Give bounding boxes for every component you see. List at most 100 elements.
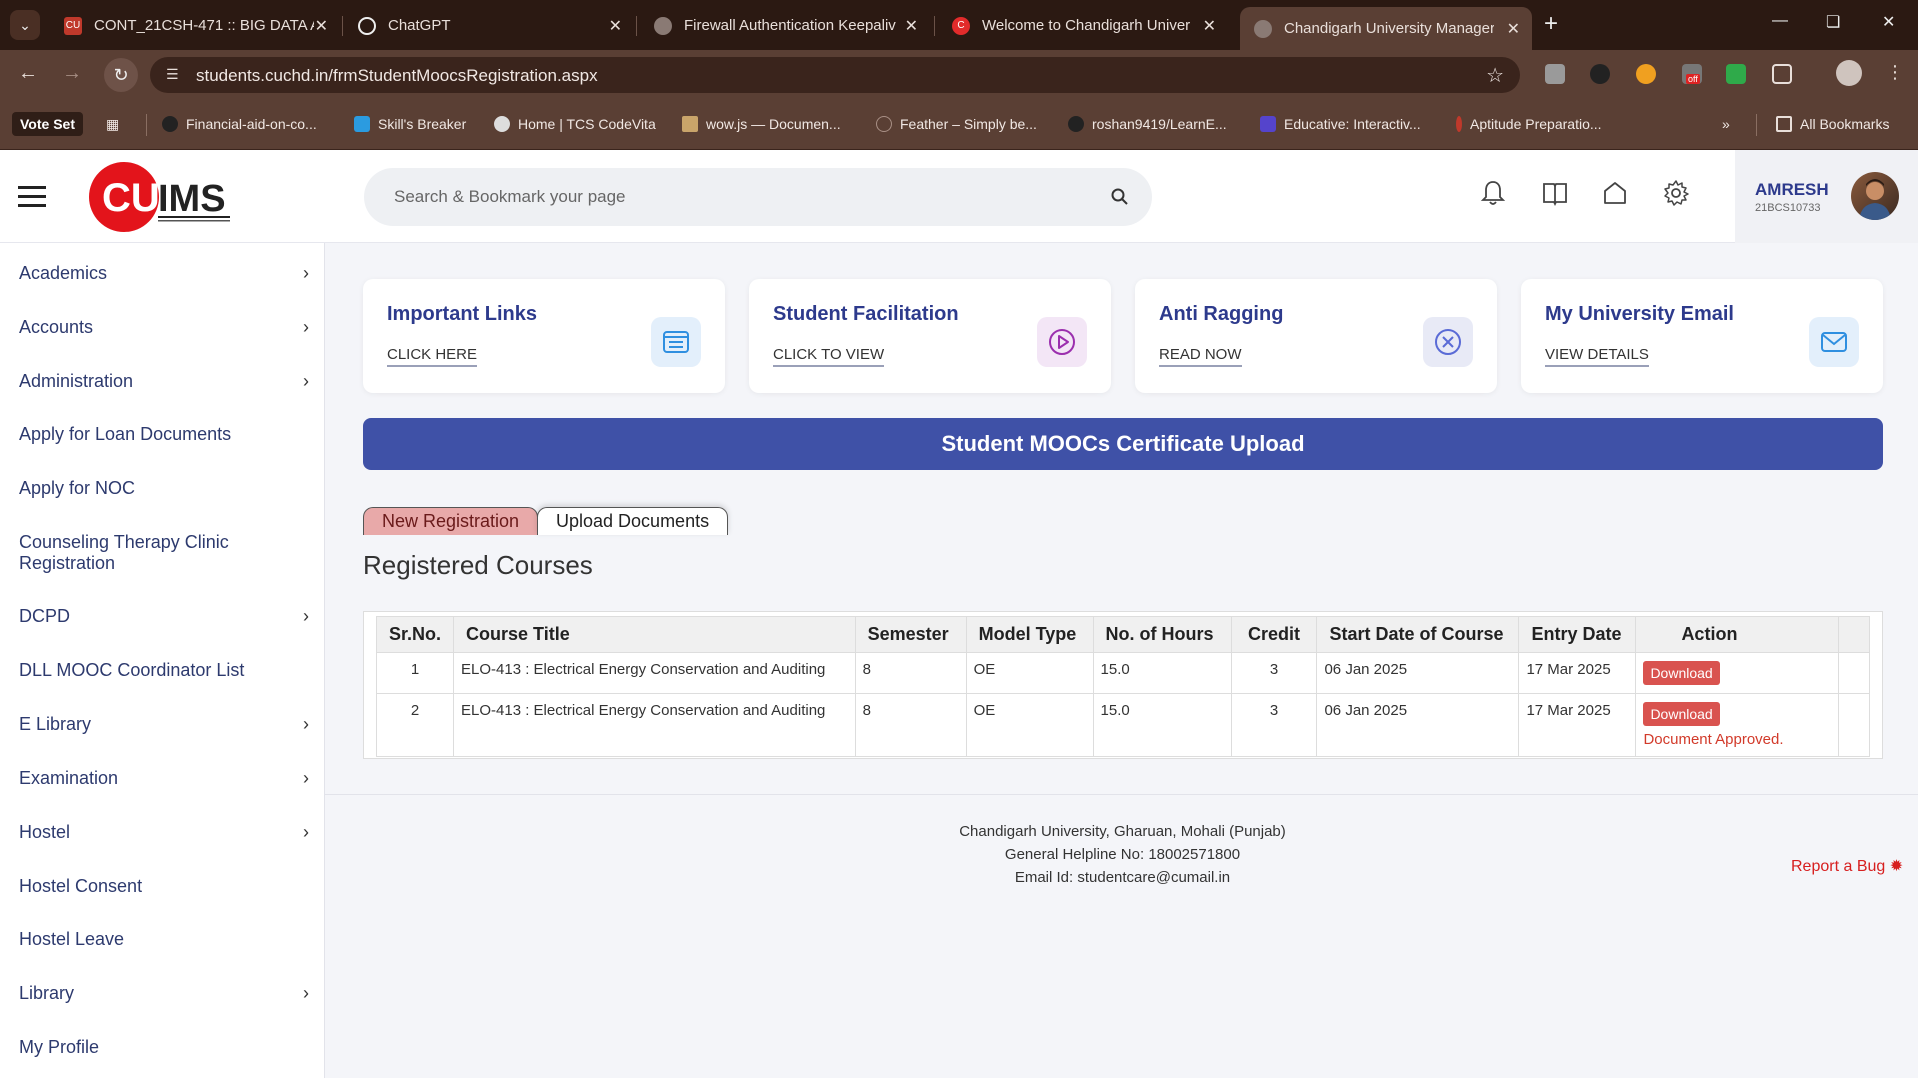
sidebar-item-hostel[interactable]: Hostel › — [19, 822, 309, 843]
cell-model-type: OE — [965, 652, 1094, 694]
bookmark-item[interactable]: roshan9419/LearnE... — [1068, 116, 1227, 132]
column-header: Sr.No. — [375, 616, 455, 653]
browser-tab-active[interactable]: Chandigarh University Manager ✕ — [1240, 7, 1532, 50]
table-row: 1 ELO-413 : Electrical Energy Conservati… — [375, 652, 1871, 694]
all-bookmarks[interactable]: All Bookmarks — [1776, 116, 1889, 132]
minimize-icon[interactable]: — — [1772, 12, 1788, 30]
chevron-right-icon: › — [303, 317, 309, 337]
bookmark-vote-set[interactable]: Vote Set — [12, 112, 83, 136]
browser-tab-4[interactable]: C Welcome to Chandigarh Univer ✕ — [938, 7, 1228, 44]
bookmark-item[interactable]: Home | TCS CodeVita — [494, 116, 656, 132]
search-input[interactable] — [394, 184, 1074, 210]
browser-tab-1[interactable]: CU CONT_21CSH-471 :: BIG DATA A ✕ — [50, 7, 340, 44]
close-tab-icon[interactable]: ✕ — [315, 16, 328, 36]
bookmark-item[interactable]: Aptitude Preparatio... — [1456, 116, 1602, 132]
card-anti-ragging[interactable]: Anti Ragging READ NOW — [1135, 279, 1497, 393]
bookmark-item[interactable]: Feather – Simply be... — [876, 116, 1037, 132]
extensions-puzzle-icon[interactable] — [1772, 64, 1792, 84]
book-icon[interactable] — [1540, 178, 1570, 208]
bookmark-star-icon[interactable]: ☆ — [1486, 63, 1504, 88]
download-button[interactable]: Download — [1643, 702, 1720, 726]
cell-entry-date: 17 Mar 2025 — [1518, 693, 1637, 757]
download-button[interactable]: Download — [1643, 661, 1720, 685]
tab-title: Chandigarh University Manager — [1284, 20, 1494, 37]
column-header: Semester — [854, 616, 967, 653]
back-icon[interactable]: ← — [18, 62, 38, 85]
settings-gear-icon[interactable] — [1661, 178, 1691, 208]
close-tab-icon[interactable]: ✕ — [905, 16, 918, 36]
site-header: CU IMS AMRESH 21B — [0, 150, 1918, 243]
avatar[interactable] — [1851, 172, 1899, 220]
user-panel[interactable]: AMRESH 21BCS10733 — [1735, 150, 1918, 243]
close-tab-icon[interactable]: ✕ — [609, 16, 622, 36]
sidebar-item-dcpd[interactable]: DCPD › — [19, 606, 309, 627]
profile-avatar-icon[interactable] — [1836, 60, 1862, 86]
site-info-icon[interactable]: ☰ — [166, 66, 179, 83]
column-header: No. of Hours — [1092, 616, 1232, 653]
sidebar-item-examination[interactable]: Examination › — [19, 768, 309, 789]
search-icon[interactable] — [1110, 187, 1130, 207]
close-tab-icon[interactable]: ✕ — [1203, 16, 1216, 36]
status-approved: Document Approved. — [1643, 731, 1784, 748]
sidebar-item-hostel-leave[interactable]: Hostel Leave — [19, 929, 309, 950]
close-circle-icon — [1423, 317, 1473, 367]
footer-email: Email Id: studentcare@cumail.in — [1014, 869, 1231, 886]
sidebar-item-my-profile[interactable]: My Profile — [19, 1037, 309, 1058]
report-bug-link[interactable]: Report a Bug ✹ — [1791, 856, 1903, 876]
svg-text:CU: CU — [102, 176, 160, 220]
new-tab-button[interactable]: + — [1544, 10, 1558, 38]
adblock-extension-icon[interactable]: off — [1682, 64, 1702, 84]
cell-semester: 8 — [854, 693, 967, 757]
hamburger-menu-icon[interactable] — [18, 186, 46, 213]
sidebar-item-loan-documents[interactable]: Apply for Loan Documents — [19, 424, 309, 445]
card-important-links[interactable]: Important Links CLICK HERE — [363, 279, 725, 393]
url-field[interactable]: ☰ students.cuchd.in/frmStudentMoocsRegis… — [150, 57, 1520, 93]
forward-icon[interactable]: → — [62, 62, 82, 85]
sidebar-item-dll-mooc[interactable]: DLL MOOC Coordinator List — [19, 660, 309, 681]
close-window-icon[interactable]: ✕ — [1882, 12, 1895, 32]
cell-sr: 2 — [375, 693, 455, 757]
apps-grid-icon[interactable]: ▦ — [106, 116, 119, 133]
tab-search-button[interactable]: ⌄ — [10, 10, 40, 40]
sidebar-item-noc[interactable]: Apply for NOC — [19, 478, 309, 499]
sidebar-item-counseling[interactable]: Counseling Therapy Clinic Registration — [19, 532, 309, 574]
tab-new-registration[interactable]: New Registration — [363, 507, 539, 535]
notification-bell-icon[interactable] — [1478, 178, 1508, 208]
sidebar-item-library[interactable]: Library › — [19, 983, 309, 1004]
sidebar-item-academics[interactable]: Academics › — [19, 263, 309, 284]
card-link[interactable]: READ NOW — [1159, 346, 1242, 367]
restore-icon[interactable]: ❏ — [1826, 12, 1840, 32]
card-link[interactable]: VIEW DETAILS — [1545, 346, 1649, 367]
registered-courses-table: Sr.No. Course Title Semester Model Type … — [363, 611, 1883, 759]
sidebar-item-administration[interactable]: Administration › — [19, 371, 309, 392]
more-menu-icon[interactable]: ⋮ — [1886, 62, 1904, 83]
cuims-logo[interactable]: CU IMS — [88, 158, 238, 236]
extension-icon[interactable] — [1636, 64, 1656, 84]
bookmark-item[interactable]: Educative: Interactiv... — [1260, 116, 1421, 132]
browser-tab-3[interactable]: Firewall Authentication Keepaliv ✕ — [640, 7, 930, 44]
card-link[interactable]: CLICK TO VIEW — [773, 346, 885, 367]
home-icon[interactable] — [1600, 178, 1630, 208]
close-tab-icon[interactable]: ✕ — [1507, 19, 1520, 39]
card-student-facilitation[interactable]: Student Facilitation CLICK TO VIEW — [749, 279, 1111, 393]
sidebar-item-accounts[interactable]: Accounts › — [19, 317, 309, 338]
sidebar-item-e-library[interactable]: E Library › — [19, 714, 309, 735]
reload-icon[interactable]: ↻ — [104, 58, 138, 92]
chevron-right-icon: › — [303, 263, 309, 283]
sidebar-item-hostel-consent[interactable]: Hostel Consent — [19, 876, 309, 897]
column-header-empty — [1837, 616, 1871, 653]
cell-credit: 3 — [1230, 693, 1318, 757]
color-picker-extension-icon[interactable] — [1590, 64, 1610, 84]
more-bookmarks-icon[interactable]: » — [1722, 116, 1730, 132]
bookmark-item[interactable]: wow.js — Documen... — [682, 116, 841, 132]
chevron-right-icon: › — [303, 822, 309, 842]
download-extension-icon[interactable] — [1726, 64, 1746, 84]
browser-tab-2[interactable]: ChatGPT ✕ — [344, 7, 634, 44]
bookmark-item[interactable]: Financial-aid-on-co... — [162, 116, 317, 132]
screenshot-extension-icon[interactable] — [1545, 64, 1565, 84]
bookmark-item[interactable]: Skill's Breaker — [354, 116, 466, 132]
card-link[interactable]: CLICK HERE — [387, 346, 478, 367]
card-university-email[interactable]: My University Email VIEW DETAILS — [1521, 279, 1883, 393]
cell-action: Download Document Approved. — [1635, 693, 1839, 757]
tab-upload-documents[interactable]: Upload Documents — [537, 507, 729, 535]
